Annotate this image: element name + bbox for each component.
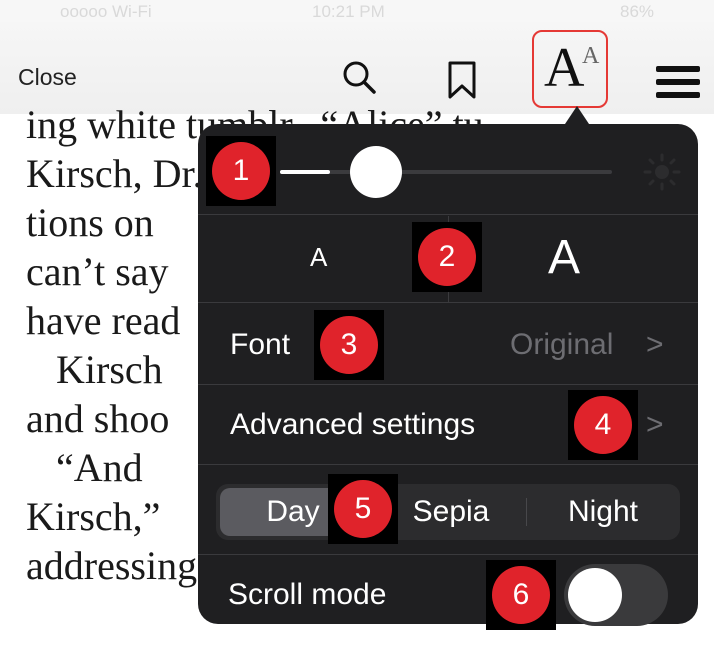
annotation-badge-3: 3 [314, 310, 384, 380]
battery-level: 86% [620, 2, 655, 21]
status-bar: ooooo Wi-Fi 10:21 PM 86% [0, 0, 714, 22]
brightness-slider[interactable] [280, 170, 612, 174]
increase-font-size-button[interactable]: A [548, 230, 580, 285]
annotation-badge-5: 5 [328, 474, 398, 544]
font-button-large-a: A [544, 37, 585, 99]
divider [198, 464, 698, 465]
segment-separator [526, 498, 527, 526]
divider [198, 384, 698, 385]
popover-arrow [565, 106, 589, 124]
carrier-label: ooooo Wi-Fi [60, 2, 152, 21]
scroll-mode-label: Scroll mode [228, 578, 387, 611]
font-settings-button[interactable]: A A [532, 30, 608, 108]
decrease-font-size-button[interactable]: A [310, 242, 327, 273]
theme-selector: Day Sepia Night [216, 484, 680, 540]
chevron-right-icon: > [646, 408, 664, 441]
clock: 10:21 PM [312, 2, 385, 21]
theme-sepia-button[interactable]: Sepia [378, 488, 524, 536]
search-icon[interactable] [340, 58, 378, 96]
theme-night-button[interactable]: Night [530, 488, 676, 536]
chevron-right-icon: > [646, 328, 664, 361]
annotation-badge-6: 6 [486, 560, 556, 630]
font-value: Original [510, 328, 614, 361]
divider [198, 302, 698, 303]
divider [198, 554, 698, 555]
annotation-badge-4: 4 [568, 390, 638, 460]
bookmark-icon[interactable] [446, 60, 478, 100]
annotation-badge-2: 2 [412, 222, 482, 292]
font-label: Font [230, 328, 291, 361]
close-button[interactable]: Close [18, 64, 77, 91]
toggle-knob [568, 568, 622, 622]
advanced-settings-label: Advanced settings [230, 408, 476, 441]
scroll-mode-toggle[interactable] [564, 564, 668, 626]
menu-icon[interactable] [656, 66, 700, 98]
font-button-small-a: A [582, 43, 600, 69]
sun-icon [643, 153, 681, 191]
divider [198, 214, 698, 215]
annotation-badge-1: 1 [206, 136, 276, 206]
brightness-slider-thumb[interactable] [349, 146, 402, 198]
brightness-fill [280, 170, 330, 174]
